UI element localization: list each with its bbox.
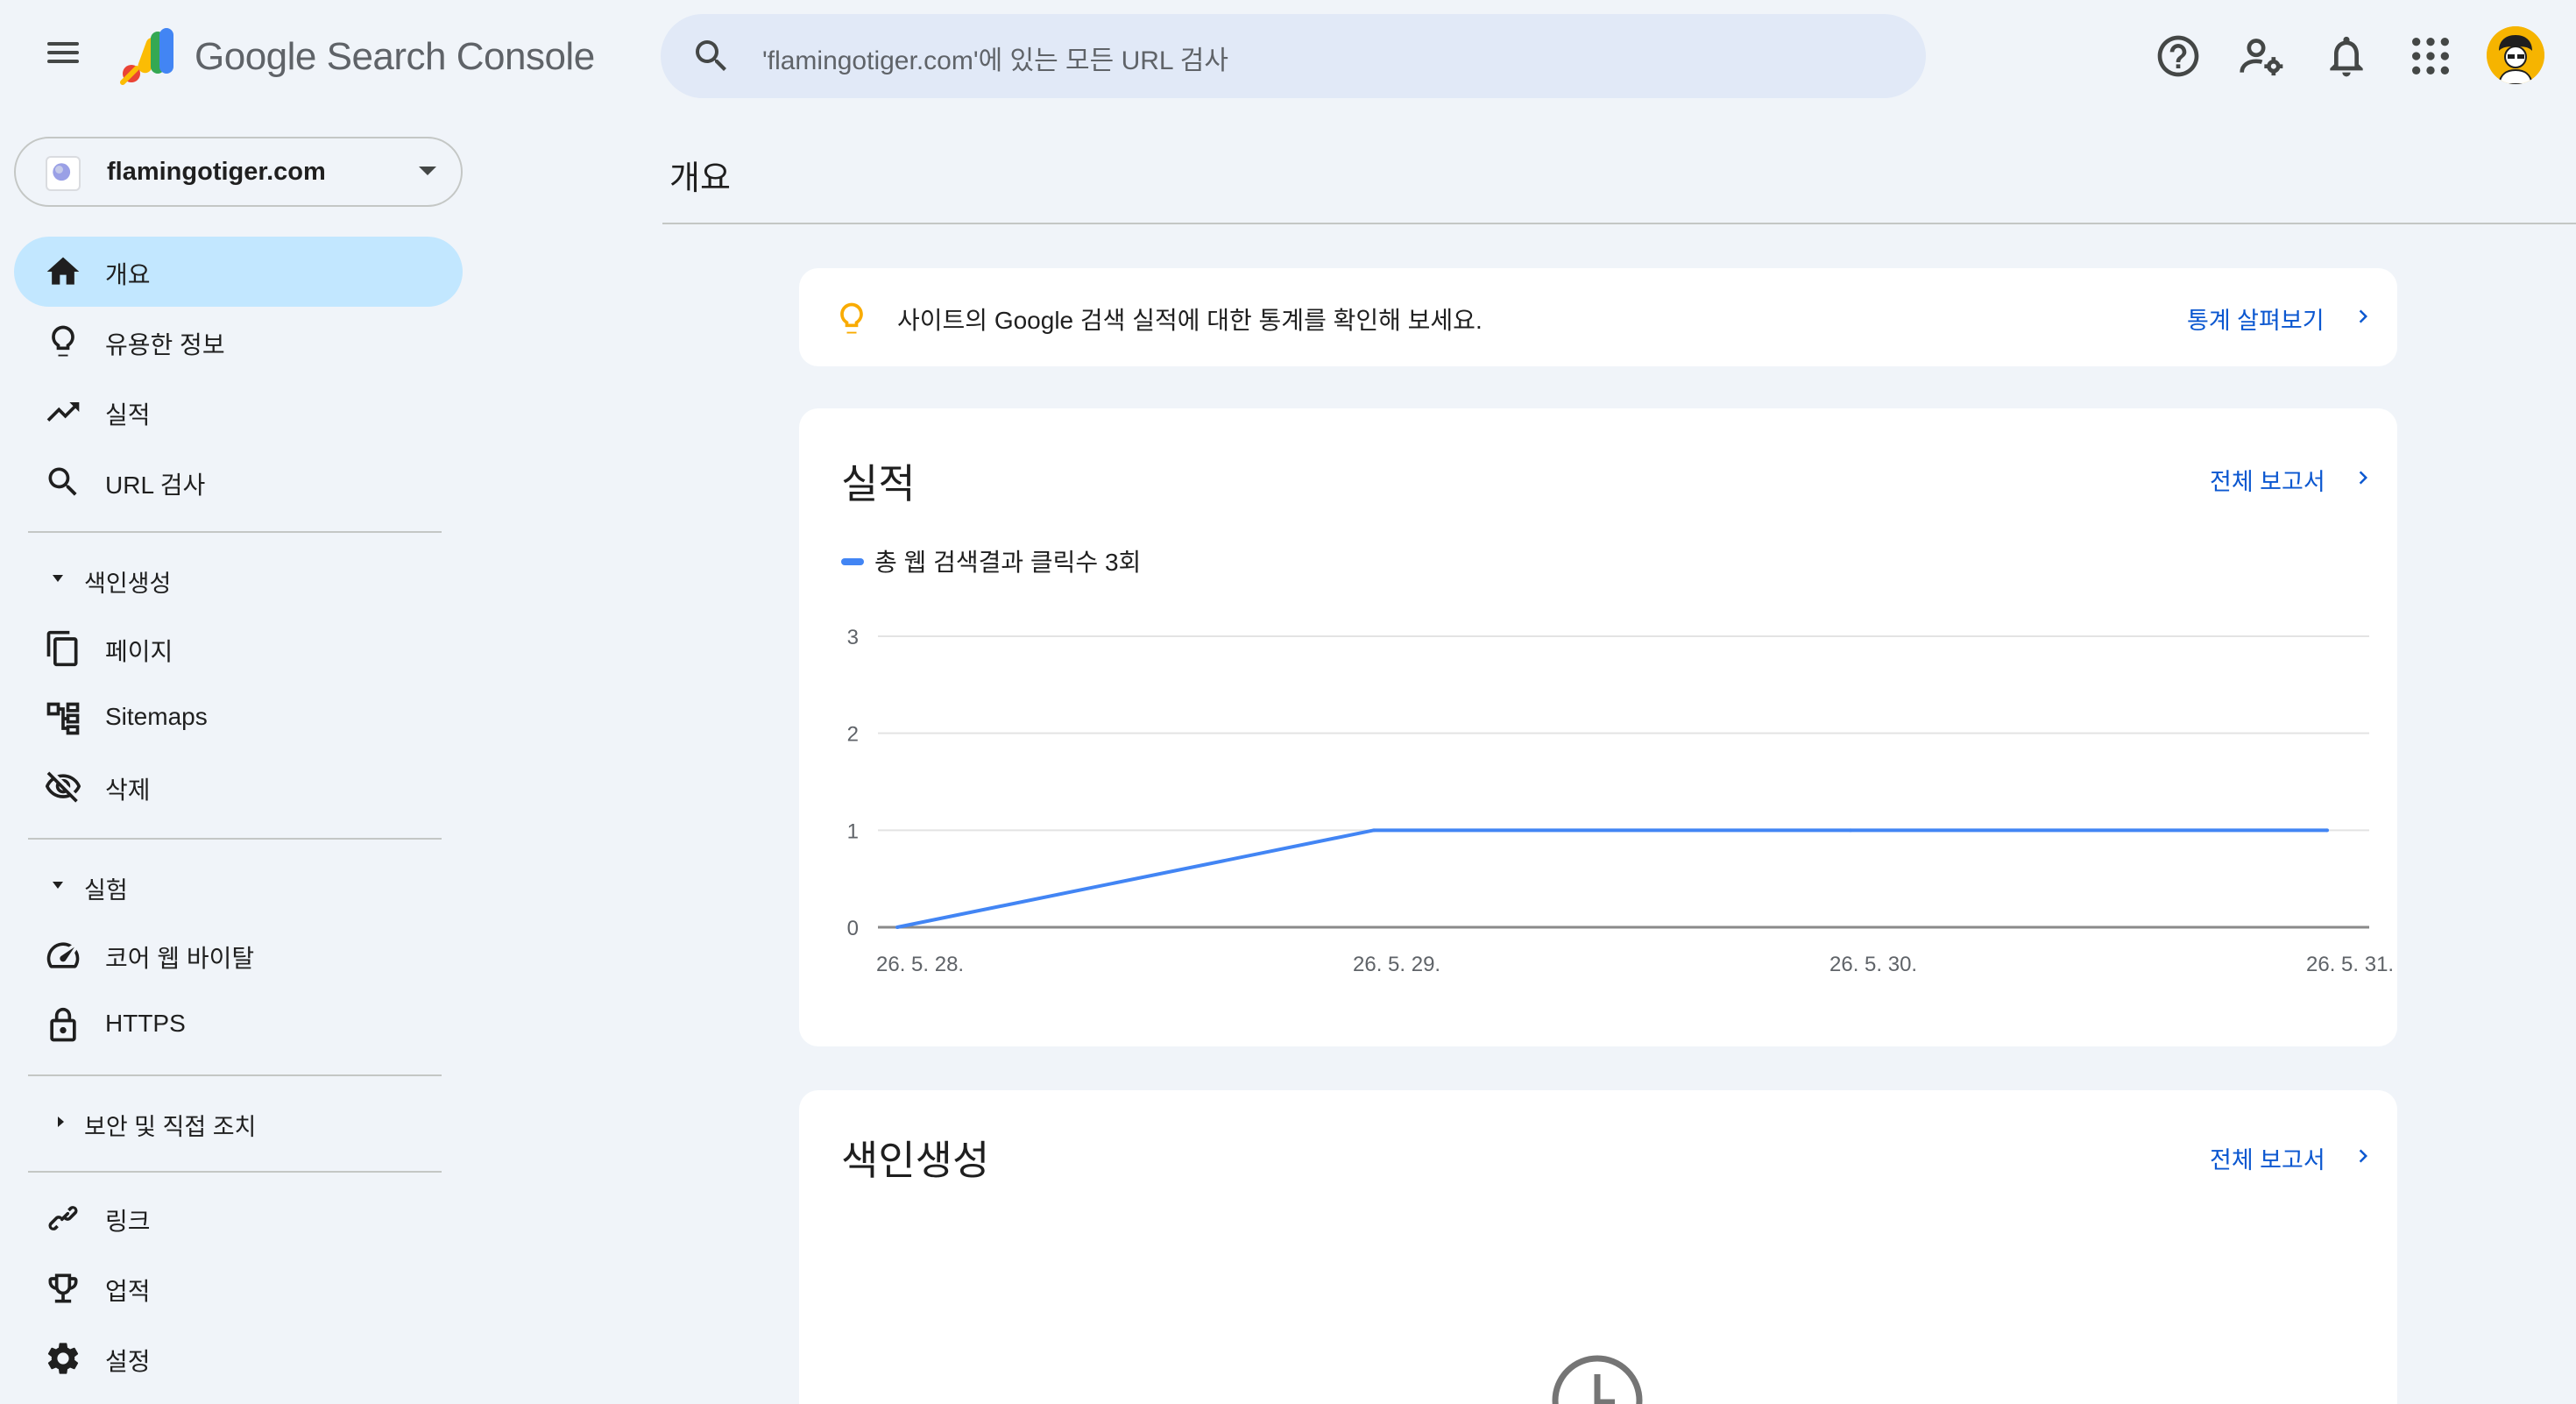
lock-icon: [50, 1007, 76, 1042]
dropdown-arrow-icon: [419, 167, 436, 175]
series-line[interactable]: [896, 828, 2327, 929]
manage-users-icon[interactable]: [2238, 32, 2287, 81]
search-console-logo: [120, 28, 173, 85]
y-tick-label: 3: [847, 626, 859, 649]
sidebar-item-links[interactable]: 링크: [14, 1183, 463, 1253]
section-toggle-indexing[interactable]: 색인생성: [28, 552, 449, 605]
sidebar-item-core-web-vitals[interactable]: 코어 웹 바이탈: [14, 920, 463, 990]
sidebar-item-label: 설정: [105, 1348, 151, 1375]
notifications-icon[interactable]: [2322, 32, 2371, 81]
page-title: 개요: [669, 160, 731, 197]
sidebar-item-label: 실적: [105, 401, 151, 429]
main-menu-icon[interactable]: [42, 37, 84, 79]
sidebar-item-sitemaps[interactable]: Sitemaps: [14, 684, 463, 754]
sidebar-item-performance[interactable]: 실적: [14, 377, 463, 447]
sidebar-item-label: URL 검사: [105, 472, 206, 499]
sidebar-item-insights[interactable]: 유용한 정보: [14, 307, 463, 377]
page-title-divider: [662, 223, 2576, 224]
section-toggle-security[interactable]: 보안 및 직접 조치: [28, 1096, 449, 1148]
sidebar-item-label: 개요: [105, 261, 151, 288]
section-label: 색인생성: [84, 571, 172, 597]
lightbulb-icon: [840, 302, 863, 334]
performance-chart: 0 1 2 3 26. 5. 28. 26. 5. 29. 26. 5. 30. 26. 5.…: [847, 626, 2394, 976]
speed-icon: [46, 942, 80, 968]
data-point[interactable]: [1372, 828, 1376, 833]
section-toggle-experiments[interactable]: 실험: [28, 859, 449, 911]
section-label: 실험: [84, 877, 128, 904]
sidebar-item-url-inspection[interactable]: URL 검사: [14, 447, 463, 517]
y-tick-label: 2: [847, 723, 859, 747]
x-tick-label: 26. 5. 29.: [1353, 953, 1440, 976]
home-icon: [46, 257, 80, 285]
x-tick-label: 26. 5. 28.: [876, 953, 964, 976]
search-icon: [48, 467, 77, 496]
property-selector[interactable]: flamingotiger.com: [14, 137, 463, 207]
account-avatar[interactable]: [2487, 26, 2544, 84]
sidebar-item-label: 삭제: [105, 776, 151, 804]
sidebar-item-label: 업적: [105, 1278, 151, 1305]
expand-arrow-icon: [53, 575, 63, 582]
search-placeholder: 'flamingotiger.com'에 있는 모든 URL 검사: [762, 46, 1229, 75]
trending-up-icon: [46, 402, 80, 422]
pages-icon: [46, 630, 78, 667]
sidebar-divider: [28, 531, 442, 533]
y-tick-label: 1: [847, 819, 859, 843]
settings-icon: [47, 1343, 79, 1374]
sidebar-item-https[interactable]: HTTPS: [14, 990, 463, 1060]
y-tick-label: 0: [847, 917, 859, 940]
performance-card: 실적 전체 보고서 총 웹 검색결과 클릭수 3회 0 1 2 3 26. 5. 28.…: [799, 408, 2397, 1046]
indexing-card: 색인생성 전체 보고서: [799, 1090, 2397, 1404]
sidebar-item-achievements[interactable]: 업적: [14, 1253, 463, 1323]
sidebar-item-label: Sitemaps: [105, 703, 208, 730]
apps-grid-icon[interactable]: [2406, 32, 2455, 81]
sidebar-divider: [28, 1074, 442, 1076]
sidebar-item-label: HTTPS: [105, 1010, 186, 1037]
top-app-bar: Google Search Console 'flamingotiger.com…: [0, 0, 2576, 112]
sidebar-item-pages[interactable]: 페이지: [14, 613, 463, 684]
indexing-full-report-link[interactable]: 전체 보고서: [2210, 1141, 2325, 1175]
trophy-icon: [48, 1273, 78, 1303]
sidebar-item-label: 코어 웹 바이탈: [105, 945, 255, 972]
sidebar-divider: [28, 838, 442, 840]
clock-icon: [1552, 1355, 1643, 1404]
lightbulb-icon: [52, 325, 74, 357]
visibility-off-icon: [45, 771, 81, 803]
help-icon[interactable]: [2154, 32, 2203, 81]
x-tick-label: 26. 5. 31.: [2306, 953, 2394, 976]
sidebar-divider: [28, 1171, 442, 1173]
sidebar-item-overview[interactable]: 개요: [14, 237, 463, 307]
sidebar-item-settings[interactable]: 설정: [14, 1323, 463, 1393]
sitemap-icon: [46, 702, 80, 735]
property-favicon: [46, 156, 81, 191]
app-title[interactable]: Google Search Console: [195, 35, 595, 79]
explore-stats-link[interactable]: 통계 살펴보기: [2187, 301, 2325, 336]
chevron-right-icon[interactable]: [2350, 303, 2376, 330]
search-icon: [696, 40, 726, 71]
section-label: 보안 및 직접 조치: [84, 1114, 257, 1140]
globe-icon: [53, 163, 71, 181]
data-point[interactable]: [895, 925, 899, 929]
avatar-image: [2487, 26, 2544, 84]
collapse-arrow-icon: [58, 1117, 64, 1127]
chevron-right-icon[interactable]: [2350, 1143, 2376, 1169]
expand-arrow-icon: [53, 882, 63, 889]
sidebar-item-label: 링크: [105, 1208, 151, 1235]
sidebar-item-removals[interactable]: 삭제: [14, 752, 463, 822]
card-title: 색인생성: [841, 1138, 990, 1183]
data-point[interactable]: [1849, 828, 1852, 833]
sidebar-item-label: 유용한 정보: [105, 331, 225, 358]
sidebar-item-label: 페이지: [105, 638, 173, 665]
property-name: flamingotiger.com: [107, 158, 326, 186]
tip-text: 사이트의 Google 검색 실적에 대한 통계를 확인해 보세요.: [897, 307, 1483, 334]
x-tick-label: 26. 5. 30.: [1829, 953, 1917, 976]
data-point[interactable]: [2325, 828, 2329, 833]
url-inspection-search[interactable]: 'flamingotiger.com'에 있는 모든 URL 검사: [661, 14, 1926, 98]
link-icon: [48, 1206, 78, 1230]
insights-tip-card: 사이트의 Google 검색 실적에 대한 통계를 확인해 보세요. 통계 살펴…: [799, 268, 2397, 366]
